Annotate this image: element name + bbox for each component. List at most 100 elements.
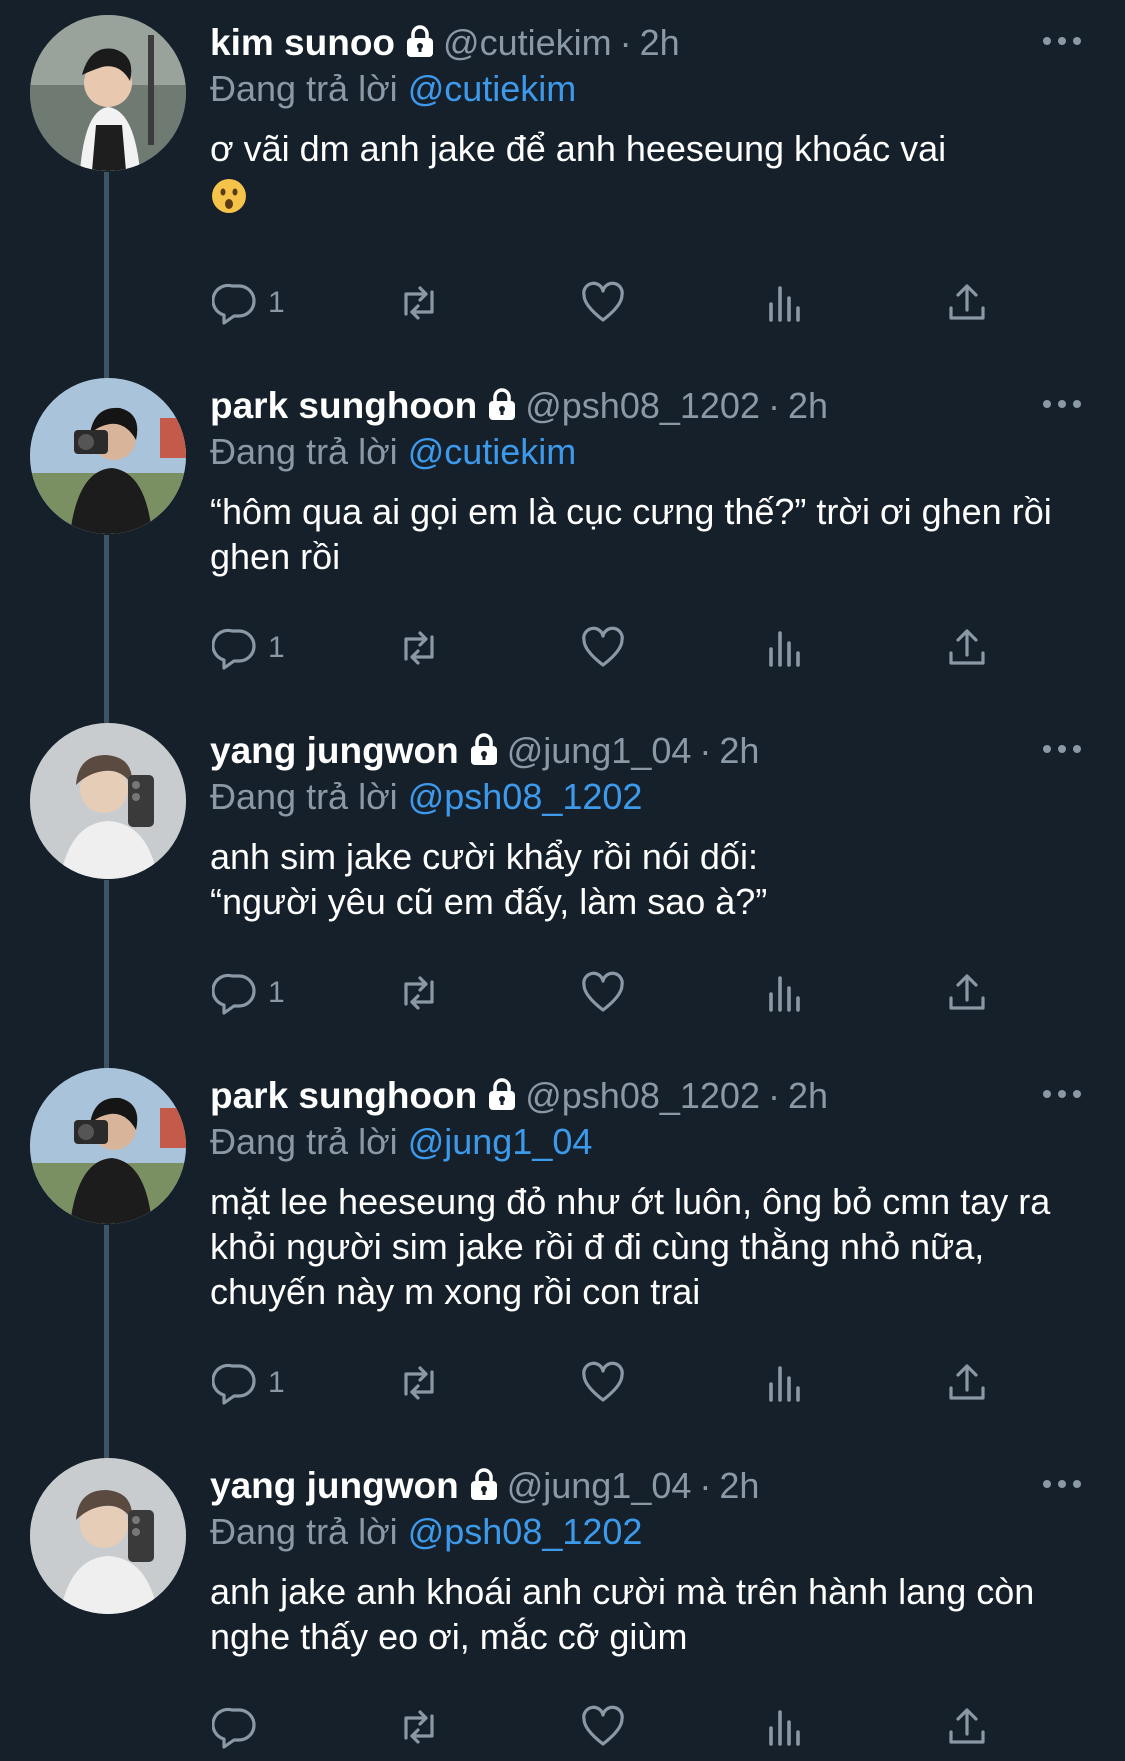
display-name[interactable]: park sunghoon bbox=[210, 385, 477, 427]
user-handle[interactable]: @jung1_04 bbox=[507, 730, 692, 772]
replying-to: Đang trả lời @jung1_04 bbox=[210, 1121, 1095, 1167]
heart-icon bbox=[582, 1705, 624, 1746]
share-icon bbox=[949, 284, 985, 320]
share-icon bbox=[949, 629, 985, 665]
like-button[interactable] bbox=[580, 280, 626, 326]
avatar-photo bbox=[30, 723, 186, 879]
mention-link[interactable]: @cutiekim bbox=[408, 431, 577, 472]
tweet[interactable]: yang jungwon @jung1_04 · 2h Đang trả lời… bbox=[0, 1443, 1125, 1761]
user-handle[interactable]: @jung1_04 bbox=[507, 1465, 692, 1507]
separator-dot: · bbox=[767, 1075, 780, 1116]
views-button[interactable] bbox=[762, 1704, 808, 1750]
avatar-photo bbox=[30, 15, 186, 171]
tweet-text: mặt lee heeseung đỏ như ớt luôn, ông bỏ … bbox=[210, 1181, 1051, 1312]
retweet-button[interactable] bbox=[396, 970, 442, 1016]
more-icon[interactable] bbox=[1041, 30, 1083, 52]
display-name[interactable]: park sunghoon bbox=[210, 1075, 477, 1117]
tweet-text: ơ vãi dm anh jake để anh heeseung khoác … bbox=[210, 126, 1095, 216]
reply-icon bbox=[212, 1707, 256, 1749]
share-icon bbox=[949, 1708, 985, 1744]
display-name[interactable]: kim sunoo bbox=[210, 22, 395, 64]
retweet-button[interactable] bbox=[396, 625, 442, 671]
share-button[interactable] bbox=[944, 1704, 990, 1750]
mention-link[interactable]: @psh08_1202 bbox=[408, 1511, 643, 1552]
avatar[interactable] bbox=[30, 15, 186, 171]
retweet-icon bbox=[404, 1710, 434, 1744]
replying-to: Đang trả lời @cutiekim bbox=[210, 68, 1095, 114]
separator-dot: · bbox=[767, 385, 780, 426]
replying-to-label: Đang trả lời bbox=[210, 68, 398, 109]
avatar[interactable] bbox=[30, 378, 186, 534]
lock-icon bbox=[487, 1077, 517, 1111]
like-button[interactable] bbox=[580, 625, 626, 671]
tweet[interactable]: park sunghoon @psh08_1202 · 2h Đang trả … bbox=[0, 1053, 1125, 1443]
replying-to-label: Đang trả lời bbox=[210, 776, 398, 817]
more-icon[interactable] bbox=[1041, 1473, 1083, 1495]
reply-button[interactable]: 1 bbox=[212, 280, 285, 326]
user-handle[interactable]: @cutiekim bbox=[443, 22, 612, 64]
replying-to-label: Đang trả lời bbox=[210, 1121, 398, 1162]
replying-to: Đang trả lời @cutiekim bbox=[210, 431, 1095, 477]
timestamp[interactable]: 2h bbox=[788, 1075, 828, 1117]
like-button[interactable] bbox=[580, 1704, 626, 1750]
avatar[interactable] bbox=[30, 1068, 186, 1224]
views-icon bbox=[769, 1366, 800, 1402]
replying-to-label: Đang trả lời bbox=[210, 431, 398, 472]
more-icon[interactable] bbox=[1041, 393, 1083, 415]
like-button[interactable] bbox=[580, 1360, 626, 1406]
share-button[interactable] bbox=[944, 625, 990, 671]
views-button[interactable] bbox=[762, 1360, 808, 1406]
share-icon bbox=[949, 1364, 985, 1400]
lock-icon bbox=[469, 1467, 499, 1501]
tweet[interactable]: kim sunoo @cutiekim · 2h Đang trả lời @c… bbox=[0, 0, 1125, 362]
views-icon bbox=[769, 286, 800, 322]
reply-icon bbox=[212, 283, 256, 325]
tweet-text: “hôm qua ai gọi em là cục cưng thế?” trờ… bbox=[210, 491, 1052, 577]
reply-count: 1 bbox=[268, 631, 285, 664]
separator-dot: · bbox=[619, 22, 632, 63]
timestamp[interactable]: 2h bbox=[788, 385, 828, 427]
views-button[interactable] bbox=[762, 280, 808, 326]
views-button[interactable] bbox=[762, 625, 808, 671]
timestamp[interactable]: 2h bbox=[719, 1465, 759, 1507]
reply-button[interactable] bbox=[212, 1704, 268, 1750]
reply-button[interactable]: 1 bbox=[212, 625, 285, 671]
views-button[interactable] bbox=[762, 970, 808, 1016]
tweet-text-body: ơ vãi dm anh jake để anh heeseung khoác … bbox=[210, 128, 947, 169]
mention-link[interactable]: @jung1_04 bbox=[408, 1121, 593, 1162]
reply-button[interactable]: 1 bbox=[212, 1360, 285, 1406]
lock-icon bbox=[487, 387, 517, 421]
avatar-photo bbox=[30, 1458, 186, 1614]
retweet-button[interactable] bbox=[396, 1704, 442, 1750]
tweet-text: anh sim jake cười khẩy rồi nói dối: “ngư… bbox=[210, 836, 768, 922]
reply-button[interactable]: 1 bbox=[212, 970, 285, 1016]
timestamp[interactable]: 2h bbox=[719, 730, 759, 772]
retweet-button[interactable] bbox=[396, 1360, 442, 1406]
more-icon[interactable] bbox=[1041, 1083, 1083, 1105]
display-name[interactable]: yang jungwon bbox=[210, 1465, 459, 1507]
tweet[interactable]: park sunghoon @psh08_1202 · 2h Đang trả … bbox=[0, 363, 1125, 708]
heart-icon bbox=[582, 281, 624, 322]
share-button[interactable] bbox=[944, 970, 990, 1016]
avatar[interactable] bbox=[30, 1458, 186, 1614]
display-name[interactable]: yang jungwon bbox=[210, 730, 459, 772]
user-handle[interactable]: @psh08_1202 bbox=[525, 385, 760, 427]
timestamp[interactable]: 2h bbox=[640, 22, 680, 64]
avatar[interactable] bbox=[30, 723, 186, 879]
share-icon bbox=[949, 974, 985, 1010]
views-icon bbox=[769, 631, 800, 667]
separator-dot: · bbox=[699, 1465, 712, 1506]
mention-link[interactable]: @cutiekim bbox=[408, 68, 577, 109]
tweet[interactable]: yang jungwon @jung1_04 · 2h Đang trả lời… bbox=[0, 708, 1125, 1053]
replying-to-label: Đang trả lời bbox=[210, 1511, 398, 1552]
mention-link[interactable]: @psh08_1202 bbox=[408, 776, 643, 817]
more-icon[interactable] bbox=[1041, 738, 1083, 760]
lock-icon bbox=[405, 24, 435, 58]
user-handle[interactable]: @psh08_1202 bbox=[525, 1075, 760, 1117]
share-button[interactable] bbox=[944, 280, 990, 326]
share-button[interactable] bbox=[944, 1360, 990, 1406]
like-button[interactable] bbox=[580, 970, 626, 1016]
replying-to: Đang trả lời @psh08_1202 bbox=[210, 776, 1095, 822]
reply-icon bbox=[212, 1363, 256, 1405]
retweet-button[interactable] bbox=[396, 280, 442, 326]
